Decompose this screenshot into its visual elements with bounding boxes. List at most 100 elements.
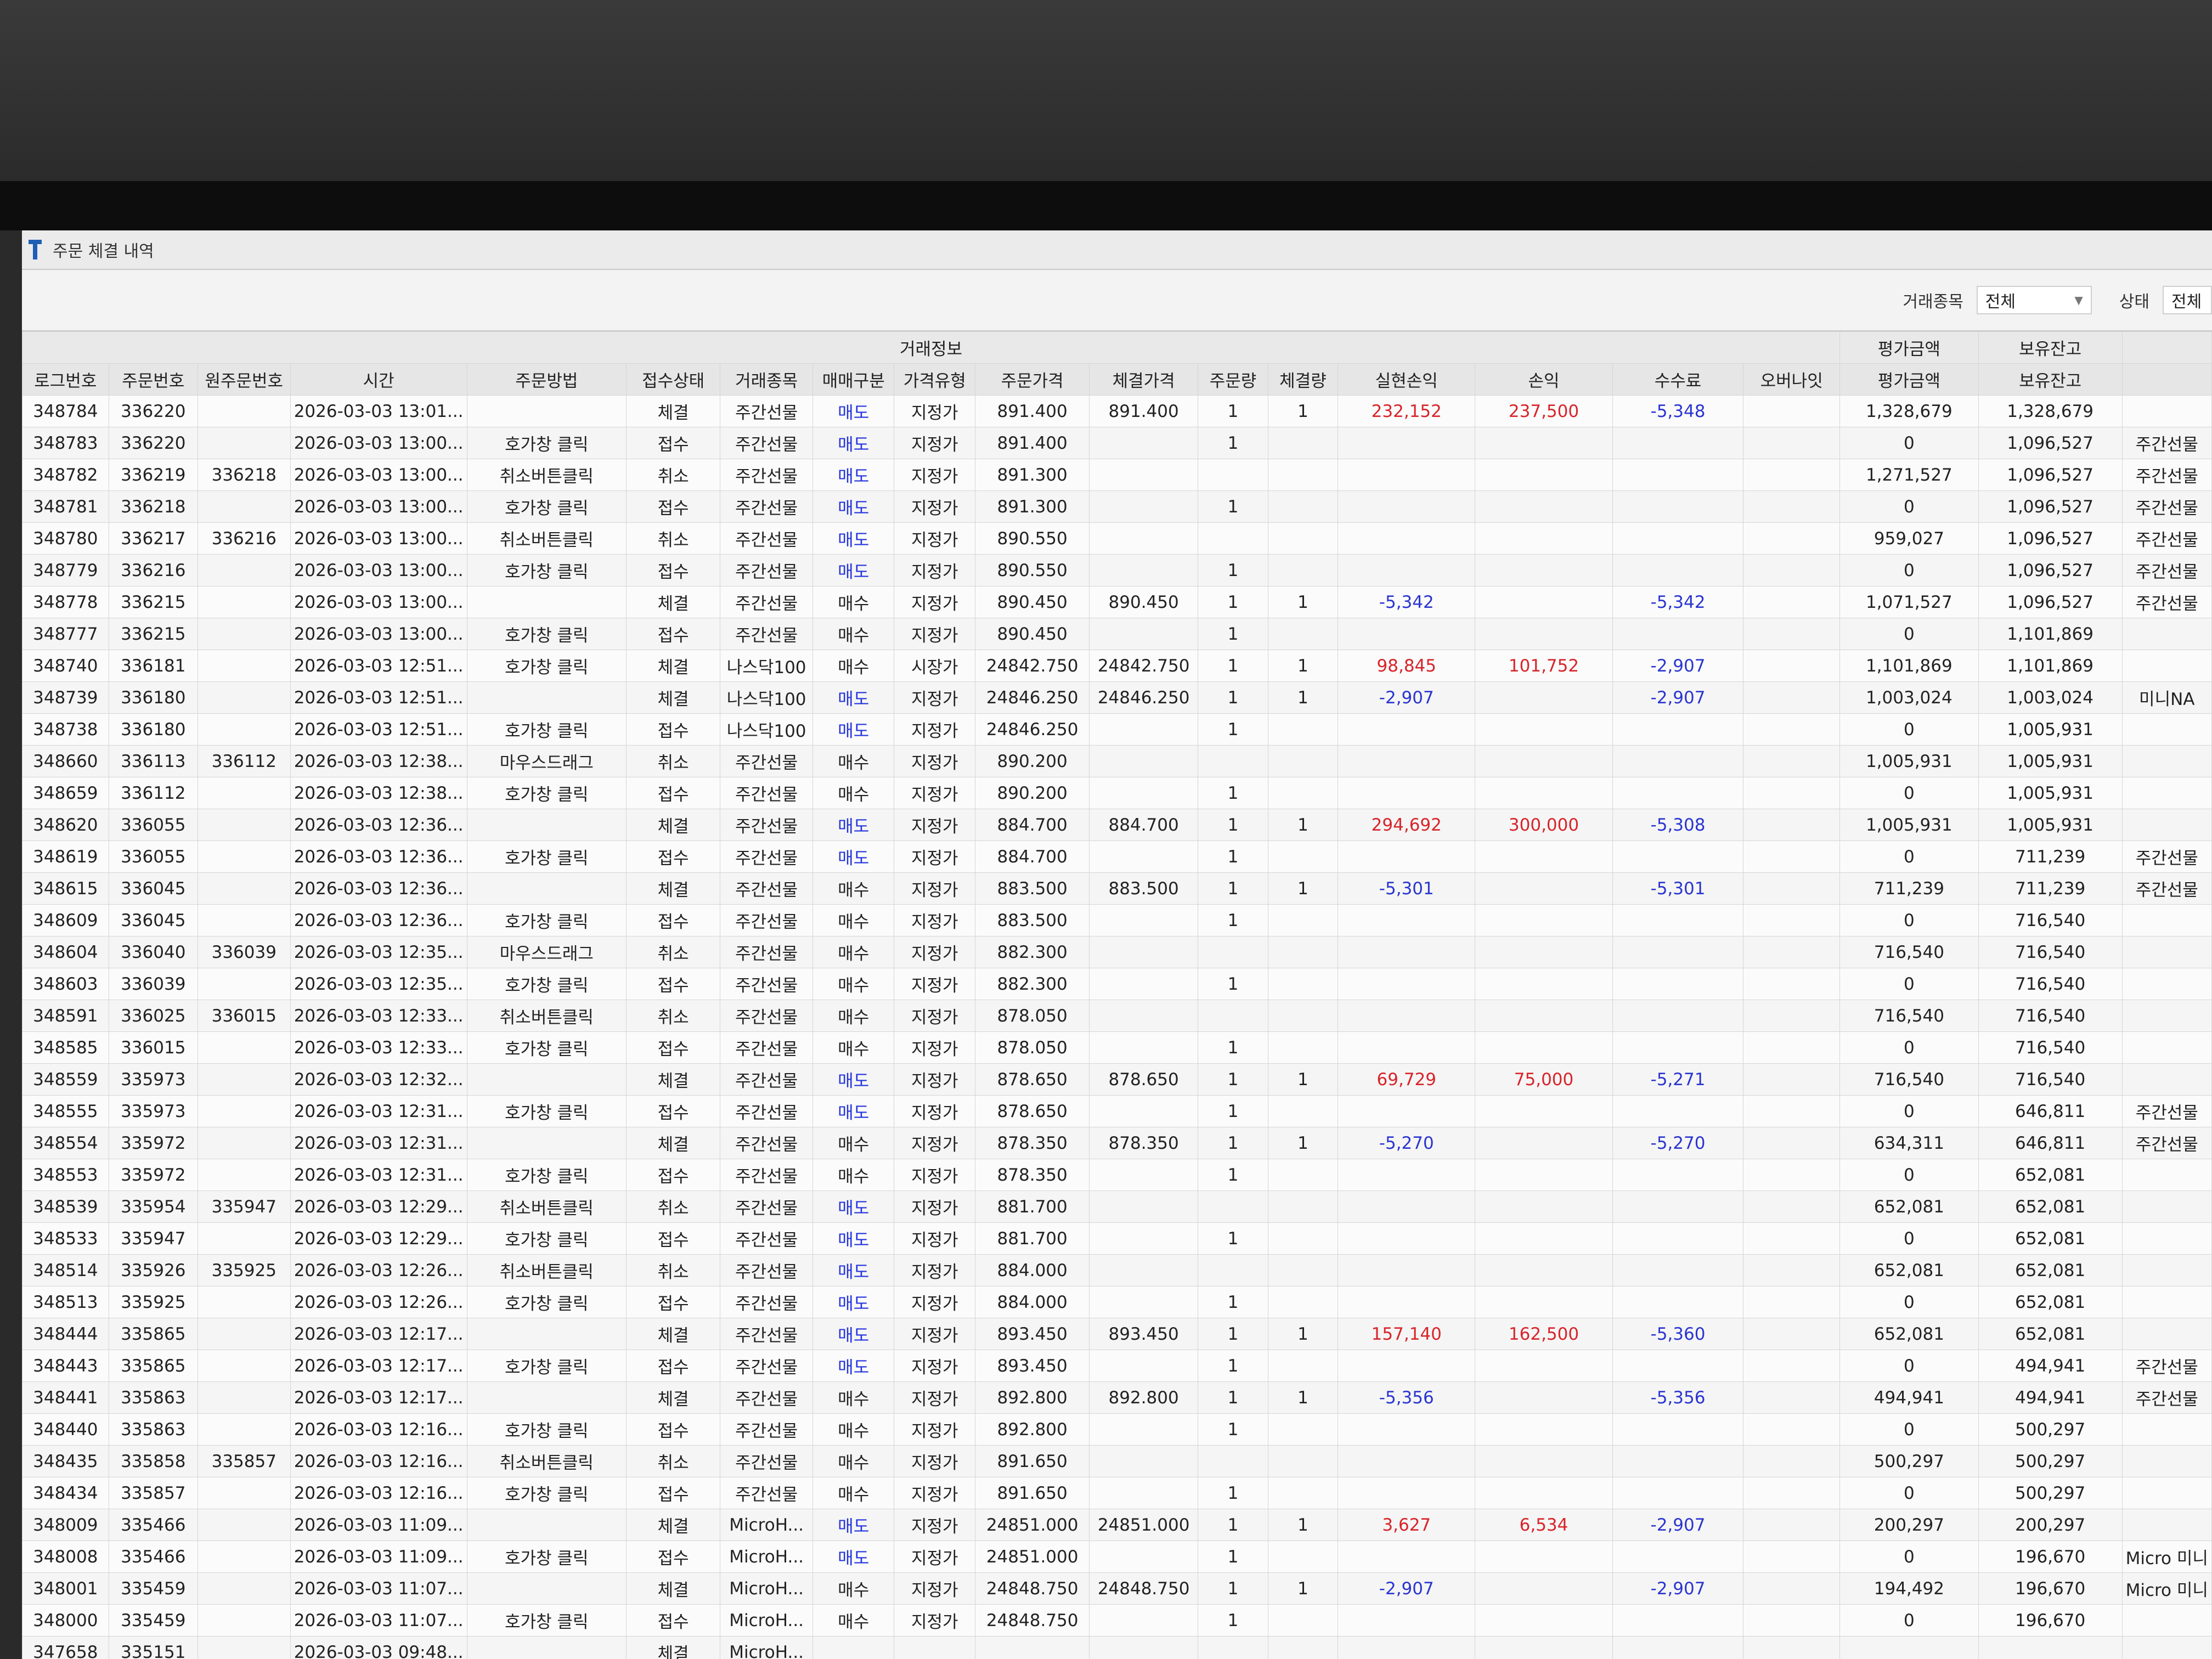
table-cell: 0 [1839,1541,1979,1573]
table-row[interactable]: 348777 336215 2026-03-03 13:00... 호가창 클릭 접수 주… [22,618,2212,650]
table-cell [2121,618,2212,650]
table-row[interactable]: 348782 336219 336218 2026-03-03 13:00... 취소버… [22,459,2212,491]
item-filter-dropdown[interactable]: 전체 ▼ [1976,286,2092,314]
table-cell: 지정가 [894,459,976,491]
table-row[interactable]: 348619 336055 2026-03-03 12:36... 호가창 클릭 접수 주… [22,840,2212,873]
table-cell: 348779 [22,554,109,586]
table-row[interactable]: 348559 335973 2026-03-03 12:32... 체결 주간선물 매도 지… [22,1063,2212,1096]
table-row[interactable]: 348620 336055 2026-03-03 12:36... 체결 주간선물 매도 지… [22,809,2212,841]
table-row[interactable]: 348443 335865 2026-03-03 12:17... 호가창 클릭 접수 주… [22,1350,2212,1382]
table-row[interactable]: 348660 336113 336112 2026-03-03 12:38... 마우스… [22,745,2212,777]
column-header[interactable]: 로그번호 [22,363,109,396]
column-header[interactable]: 시간 [290,363,467,396]
table-row[interactable]: 348615 336045 2026-03-03 12:36... 체결 주간선물 매수 지… [22,872,2212,905]
table-row[interactable]: 348783 336220 2026-03-03 13:00... 호가창 클릭 접수 주… [22,427,2212,459]
column-header[interactable] [2121,363,2212,396]
column-header[interactable]: 평가금액 [1839,363,1979,396]
table-cell: 0 [1839,713,1979,746]
column-header[interactable]: 체결량 [1267,363,1339,396]
table-cell: 1 [1267,1127,1339,1159]
table-cell: 3,627 [1338,1509,1476,1541]
table-cell: 시장가 [894,650,976,682]
table-row[interactable]: 348533 335947 2026-03-03 12:29... 호가창 클릭 접수 주… [22,1222,2212,1255]
column-header[interactable]: 체결가격 [1088,363,1199,396]
table-cell: 348434 [22,1477,109,1509]
table-row[interactable]: 348435 335858 335857 2026-03-03 12:16... 취소버… [22,1445,2212,1477]
column-header[interactable]: 주문방법 [466,363,627,396]
table-row[interactable]: 348738 336180 2026-03-03 12:51... 호가창 클릭 접수 나… [22,713,2212,746]
table-cell: 652,081 [1978,1254,2123,1286]
column-header[interactable]: 주문번호 [108,363,198,396]
table-cell: 348739 [22,681,109,714]
table-row[interactable]: 348009 335466 2026-03-03 11:09... 체결 MicroH.… [22,1509,2212,1541]
table-cell: 878.650 [975,1095,1090,1127]
window-title: 주문 체결 내역 [53,242,154,261]
table-row[interactable]: 348444 335865 2026-03-03 12:17... 체결 주간선물 매도 지… [22,1318,2212,1350]
table-row[interactable]: 348591 336025 336015 2026-03-03 12:33... 취소버… [22,1000,2212,1032]
table-cell [2121,777,2212,809]
table-cell [1612,745,1744,777]
table-row[interactable]: 348784 336220 2026-03-03 13:01... 체결 주간선물 매도 지… [22,395,2212,427]
column-header[interactable]: 매매구분 [812,363,895,396]
table-row[interactable]: 348659 336112 2026-03-03 12:38... 호가창 클릭 접수 주… [22,777,2212,809]
table-cell: 1 [1198,1541,1268,1573]
table-cell [1612,522,1744,555]
table-row[interactable]: 348001 335459 2026-03-03 11:07... 체결 MicroH.… [22,1572,2212,1605]
table-cell: 주간선물 [720,1254,814,1286]
column-header[interactable]: 보유잔고 [1978,363,2123,396]
table-cell [1743,1477,1841,1509]
table-row[interactable]: 348539 335954 335947 2026-03-03 12:29... 취소버… [22,1190,2212,1223]
table-row[interactable]: 348603 336039 2026-03-03 12:35... 호가창 클릭 접수 주… [22,968,2212,1000]
table-cell: 2026-03-03 13:00... [290,490,467,523]
table-cell: 체결 [626,1572,721,1605]
table-row[interactable]: 348779 336216 2026-03-03 13:00... 호가창 클릭 접수 주… [22,554,2212,586]
table-row[interactable]: 348609 336045 2026-03-03 12:36... 호가창 클릭 접수 주… [22,904,2212,936]
column-header[interactable]: 거래종목 [720,363,814,396]
table-cell: 나스닥100 [720,681,814,714]
table-row[interactable]: 348434 335857 2026-03-03 12:16... 호가창 클릭 접수 주… [22,1477,2212,1509]
table-row[interactable]: 348553 335972 2026-03-03 12:31... 호가창 클릭 접수 주… [22,1159,2212,1191]
table-row[interactable]: 348000 335459 2026-03-03 11:07... 호가창 클릭 접수 M… [22,1604,2212,1637]
table-row[interactable]: 348780 336217 336216 2026-03-03 13:00... 취소버… [22,522,2212,555]
table-row[interactable]: 348739 336180 2026-03-03 12:51... 체결 나스닥100 매… [22,681,2212,714]
table-cell: 1 [1198,1381,1268,1414]
table-row[interactable]: 348555 335973 2026-03-03 12:31... 호가창 클릭 접수 주… [22,1095,2212,1127]
column-header[interactable]: 실현손익 [1338,363,1476,396]
table-cell: 취소버튼클릭 [466,1254,627,1286]
table-row[interactable]: 348008 335466 2026-03-03 11:09... 호가창 클릭 접수 M… [22,1541,2212,1573]
table-row[interactable]: 348778 336215 2026-03-03 13:00... 체결 주간선물 매수 지… [22,586,2212,618]
table-row[interactable]: 348440 335863 2026-03-03 12:16... 호가창 클릭 접수 주… [22,1413,2212,1446]
table-cell: 1,005,931 [1839,809,1979,841]
table-cell: 348009 [22,1509,109,1541]
table-row[interactable]: 348554 335972 2026-03-03 12:31... 체결 주간선물 매수 지… [22,1127,2212,1159]
table-cell: 1,096,527 [1978,554,2123,586]
column-header[interactable]: 수수료 [1612,363,1744,396]
table-cell [1743,904,1841,936]
column-header[interactable]: 주문량 [1198,363,1268,396]
table-row[interactable]: 348514 335926 335925 2026-03-03 12:26... 취소버… [22,1254,2212,1286]
table-cell: 716,540 [1978,936,2123,968]
table-row[interactable]: 347658 335151 2026-03-03 09:48... 체결 MicroH.… [22,1636,2212,1659]
table-row[interactable]: 348441 335863 2026-03-03 12:17... 체결 주간선물 매수 지… [22,1381,2212,1414]
table-row[interactable]: 348740 336181 2026-03-03 12:51... 호가창 클릭 체결 나… [22,650,2212,682]
order-history-table: 거래정보 평가금액 보유잔고 로그번호 주문번호 원주문번호 시간 주문방법 접수상태 거래… [22,331,2212,1659]
table-row[interactable]: 348585 336015 2026-03-03 12:33... 호가창 클릭 접수 주… [22,1031,2212,1064]
column-header[interactable]: 접수상태 [626,363,721,396]
column-header[interactable]: 주문가격 [975,363,1090,396]
table-row[interactable]: 348604 336040 336039 2026-03-03 12:35... 마우스… [22,936,2212,968]
column-header[interactable]: 가격유형 [894,363,976,396]
status-filter-dropdown[interactable]: 전체 [2163,286,2212,314]
table-row[interactable]: 348513 335925 2026-03-03 12:26... 호가창 클릭 접수 주… [22,1286,2212,1318]
table-cell [1743,1190,1841,1223]
table-cell: 1 [1267,1572,1339,1605]
table-cell [2121,1222,2212,1255]
table-cell [1743,618,1841,650]
column-header[interactable]: 손익 [1475,363,1613,396]
table-cell: 접수 [626,1477,721,1509]
table-cell [1338,840,1476,873]
table-cell: 매수 [812,1477,895,1509]
column-header[interactable]: 오버나잇 [1743,363,1841,396]
table-cell: 주간선물 [720,1286,814,1318]
column-header[interactable]: 원주문번호 [197,363,291,396]
table-row[interactable]: 348781 336218 2026-03-03 13:00... 호가창 클릭 접수 주… [22,490,2212,523]
